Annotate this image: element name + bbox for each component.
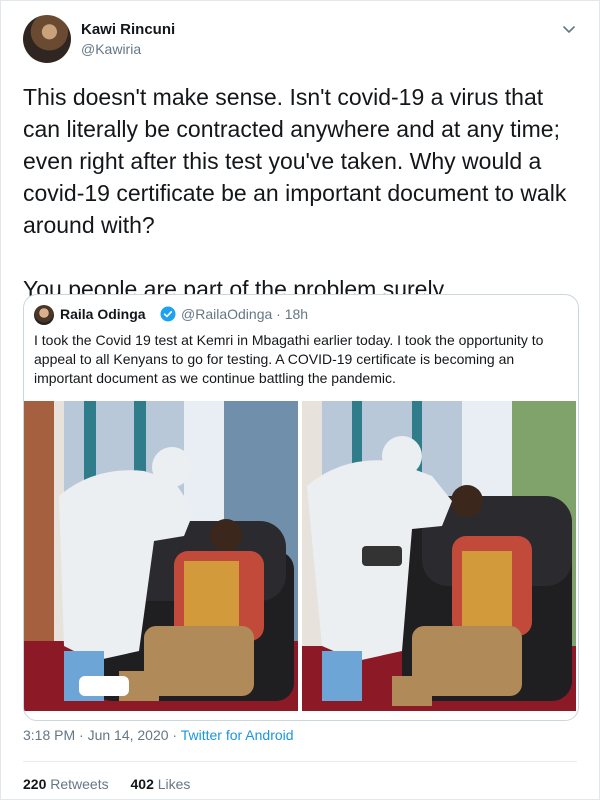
likes-link[interactable]: 402 Likes (131, 776, 191, 792)
tweet-photo-1[interactable] (24, 401, 298, 711)
divider (23, 761, 577, 762)
tweet-text: This doesn't make sense. Isn't covid-19 … (23, 81, 579, 305)
quoted-author-handle-time[interactable]: @RailaOdinga · 18h (181, 306, 308, 322)
likes-count: 402 (130, 776, 154, 792)
tweet-meta: 3:18 PM · Jun 14, 2020 · Twitter for And… (23, 727, 294, 743)
quoted-tweet-text: I took the Covid 19 test at Kemri in Mba… (34, 332, 544, 386)
retweets-count: 220 (23, 776, 47, 792)
likes-label: Likes (157, 776, 191, 792)
tweet-source-link[interactable]: Twitter for Android (181, 727, 294, 743)
author-name[interactable]: Kawi Rincuni (81, 21, 175, 38)
retweets-link[interactable]: 220 Retweets (23, 776, 109, 792)
tweet-stats: 220 Retweets 402 Likes (23, 776, 208, 792)
quoted-author-avatar[interactable] (34, 305, 54, 325)
retweets-label: Retweets (50, 776, 109, 792)
tweet-paragraph-1: This doesn't make sense. Isn't covid-19 … (23, 84, 567, 238)
author-handle[interactable]: @Kawiria (81, 41, 141, 57)
tweet-timestamp[interactable]: 3:18 PM · Jun 14, 2020 · (23, 727, 181, 743)
tweet-card: Kawi Rincuni @Kawiria This doesn't make … (0, 0, 600, 800)
verified-badge-icon (160, 306, 176, 322)
chevron-down-icon (563, 26, 575, 33)
tweet-photo-2[interactable] (302, 401, 576, 711)
more-options-button[interactable] (559, 19, 579, 39)
author-avatar[interactable] (23, 15, 71, 63)
quoted-tweet[interactable]: Raila Odinga @RailaOdinga · 18h I took t… (23, 294, 579, 721)
quoted-author-name[interactable]: Raila Odinga (60, 306, 146, 322)
